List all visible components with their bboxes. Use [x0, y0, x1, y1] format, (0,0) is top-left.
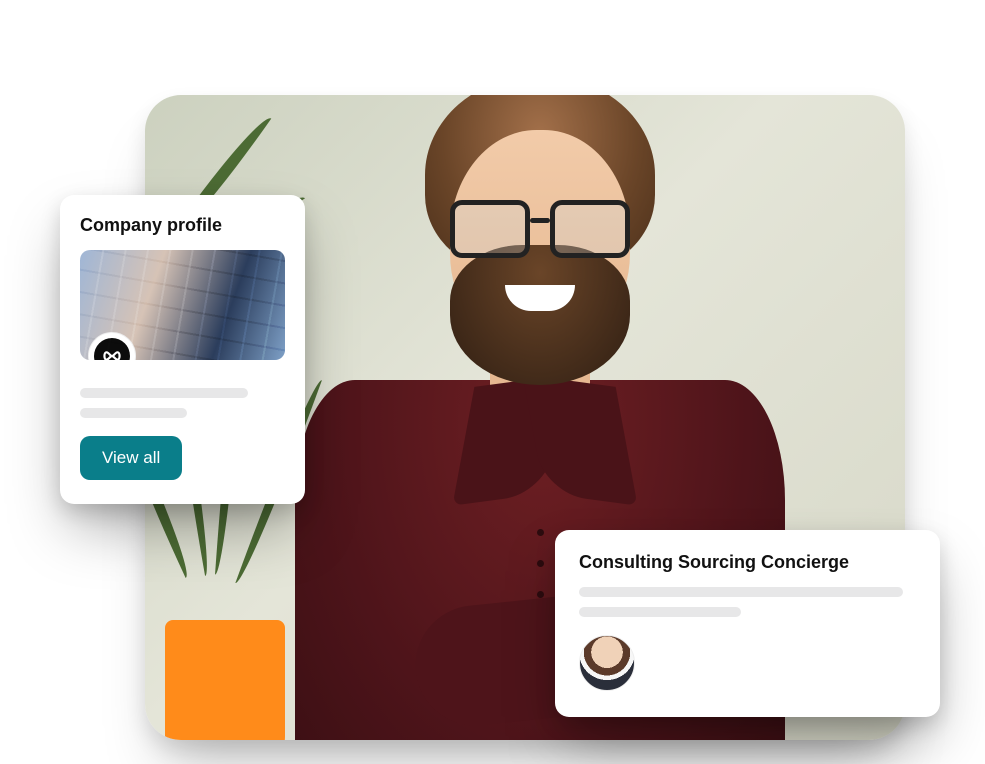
- concierge-title: Consulting Sourcing Concierge: [579, 552, 916, 573]
- skeleton-line: [80, 388, 248, 398]
- company-profile-card: Company profile View all: [60, 195, 305, 504]
- company-logo-badge: [88, 332, 136, 360]
- concierge-card: Consulting Sourcing Concierge: [555, 530, 940, 717]
- skeleton-line: [579, 587, 903, 597]
- skeleton-line: [579, 607, 741, 617]
- infinity-logo-icon: [94, 338, 130, 360]
- view-all-button[interactable]: View all: [80, 436, 182, 480]
- company-profile-title: Company profile: [80, 215, 285, 236]
- skeleton-line: [80, 408, 187, 418]
- concierge-avatar: [579, 635, 635, 691]
- company-thumbnail: [80, 250, 285, 360]
